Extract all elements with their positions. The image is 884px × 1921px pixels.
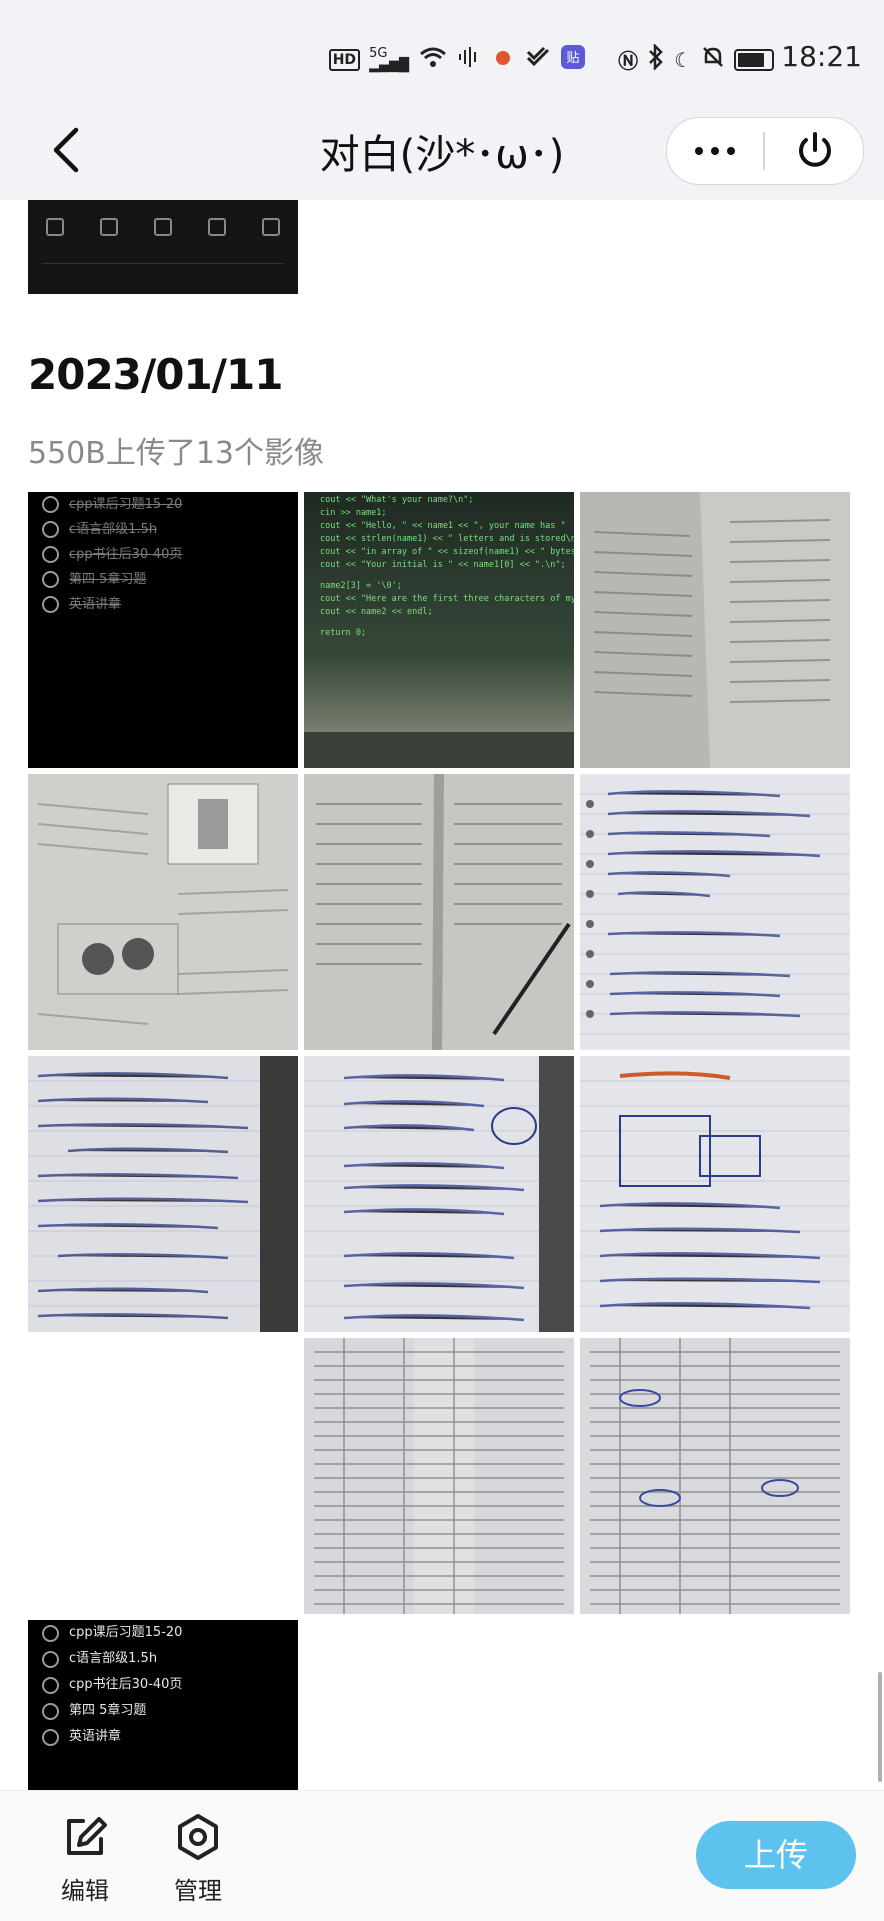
code-line: cout << strlen(name1) << " letters and i…	[320, 534, 574, 544]
todo-text: 第四 5章习题	[69, 572, 147, 587]
clock: 18:21	[781, 40, 862, 73]
more-dots-icon	[695, 147, 703, 155]
todo-list: cpp课后习题15-20 c语言部级1.5h cpp书往后30-40页 第四 5章习题…	[42, 492, 182, 617]
nav-bar: 对白(沙*･ω･)	[0, 100, 884, 200]
photo-book-3[interactable]	[304, 774, 574, 1050]
circle-icon	[42, 1702, 59, 1720]
check-circle-icon	[42, 546, 59, 563]
capsule-divider	[763, 132, 765, 170]
manage-label: 管理	[174, 1877, 222, 1905]
mute-icon	[701, 45, 725, 74]
scrollbar[interactable]	[878, 1672, 882, 1782]
power-icon	[799, 132, 831, 167]
todo-text: cpp课后习题15-20	[69, 497, 183, 512]
more-button[interactable]	[667, 118, 763, 184]
section-summary: 550B上传了13个影像	[28, 436, 325, 471]
todo-text: c语言部级1.5h	[69, 1651, 158, 1666]
todo-text: cpp课后习题15-20	[69, 1625, 183, 1640]
feed: 2023/01/11 550B上传了13个影像 cpp课后习题15-20 c语言部…	[0, 200, 884, 1796]
hd-icon: HD	[328, 48, 361, 71]
editor-toolbar	[28, 200, 298, 236]
todo-item: cpp课后习题15-20	[42, 492, 182, 517]
code-text: cout << "What's your name?\n"; cin >> nam…	[320, 494, 574, 640]
app-icon	[490, 44, 516, 75]
signal-icon: 5G ▂▄▆█	[369, 45, 410, 73]
mini-program-capsule	[666, 117, 864, 185]
todo-list: cpp课后习题15-20 c语言部级1.5h cpp书往后30-40页 第四 5章习题…	[42, 1620, 182, 1750]
todo-item: 第四 5章习题	[42, 567, 182, 592]
check-circle-icon	[42, 571, 59, 588]
todo-text: 英语讲章	[69, 1729, 122, 1744]
check-circle-icon	[42, 596, 59, 613]
todo-item: 第四 5章习题	[42, 1698, 182, 1724]
todo-item: cpp课后习题15-20	[42, 1620, 182, 1646]
edit-button[interactable]: 编辑	[45, 1813, 125, 1906]
wifi-icon	[418, 45, 448, 74]
section-date: 2023/01/11	[28, 350, 283, 399]
circle-icon	[42, 1676, 59, 1694]
todo-text: 第四 5章习题	[69, 1703, 147, 1718]
code-line: cout << "in array of " << sizeof(name1) …	[320, 547, 574, 557]
check-circle-icon	[42, 521, 59, 538]
photo-notebook-1[interactable]	[580, 774, 850, 1050]
status-icons: HD 5G ▂▄▆█ 贴 Ⓝ ☾	[328, 42, 774, 75]
edit-icon	[67, 1817, 107, 1855]
todo-item: cpp书往后30-40页	[42, 1672, 182, 1698]
editor-bottom-bar	[42, 263, 284, 280]
audio-icon	[457, 46, 481, 73]
todo-item: c语言部级1.5h	[42, 1646, 182, 1672]
manage-button[interactable]: 管理	[158, 1813, 238, 1906]
bluetooth-icon	[647, 42, 665, 75]
code-line: cout << "What's your name?\n";	[320, 495, 474, 505]
code-line: cout << "Here are the first three charac…	[320, 594, 574, 604]
photo-notebook-3[interactable]	[304, 1056, 574, 1332]
todo-item: cpp书往后30-40页	[42, 542, 182, 567]
todo-item: 英语讲章	[42, 1724, 182, 1750]
code-line: cin >> name1;	[320, 508, 387, 518]
photo-vocab-sheet-1[interactable]	[304, 1338, 574, 1614]
todo-text: cpp书往后30-40页	[69, 547, 183, 562]
close-button[interactable]	[767, 126, 863, 176]
todo-text: 英语讲章	[69, 597, 122, 612]
code-line: return 0;	[320, 628, 367, 638]
status-bar: HD 5G ▂▄▆█ 贴 Ⓝ ☾ 18:21	[0, 0, 884, 100]
photo-book-1[interactable]	[580, 492, 850, 768]
photo-code-screen[interactable]: cout << "What's your name?\n"; cin >> nam…	[304, 492, 574, 768]
todo-item: 英语讲章	[42, 592, 182, 617]
moon-icon: ☾	[674, 47, 692, 72]
upload-button[interactable]: 上传	[696, 1821, 856, 1889]
todo-item: c语言部级1.5h	[42, 517, 182, 542]
circle-icon	[42, 1624, 59, 1642]
code-line: cout << name2 << endl;	[320, 607, 433, 617]
circle-icon	[42, 1650, 59, 1668]
code-line: cout << "Your initial is " << name1[0] <…	[320, 560, 566, 570]
paste-app-icon: 贴	[560, 44, 586, 75]
todo-text: cpp书往后30-40页	[69, 1677, 183, 1692]
sticker-icon	[525, 45, 551, 74]
battery-icon	[734, 48, 774, 71]
settings-icon	[178, 1814, 218, 1860]
photo-notebook-2[interactable]	[28, 1056, 298, 1332]
svg-text:贴: 贴	[567, 51, 580, 66]
todo-text: c语言部级1.5h	[69, 522, 158, 537]
photo-todo-dark-2[interactable]: cpp课后习题15-20 c语言部级1.5h cpp书往后30-40页 第四 5章习题…	[28, 1620, 298, 1796]
code-line: cout << "Hello, " << name1 << ", your na…	[320, 521, 566, 531]
photo-vocab-sheet-2[interactable]	[580, 1338, 850, 1614]
photo-todo-dark[interactable]: cpp课后习题15-20 c语言部级1.5h cpp书往后30-40页 第四 5章习题…	[28, 492, 298, 768]
circle-icon	[42, 1728, 59, 1746]
photo-book-2[interactable]	[28, 774, 298, 1050]
nfc-icon: Ⓝ	[618, 49, 639, 73]
edit-label: 编辑	[61, 1877, 109, 1905]
bottom-toolbar: 编辑 管理 上传	[0, 1790, 884, 1921]
check-circle-icon	[42, 496, 59, 513]
code-line: name2[3] = '\0';	[320, 581, 402, 591]
photo-notebook-4[interactable]	[580, 1056, 850, 1332]
photo-thumbnail-prev[interactable]	[28, 200, 298, 294]
